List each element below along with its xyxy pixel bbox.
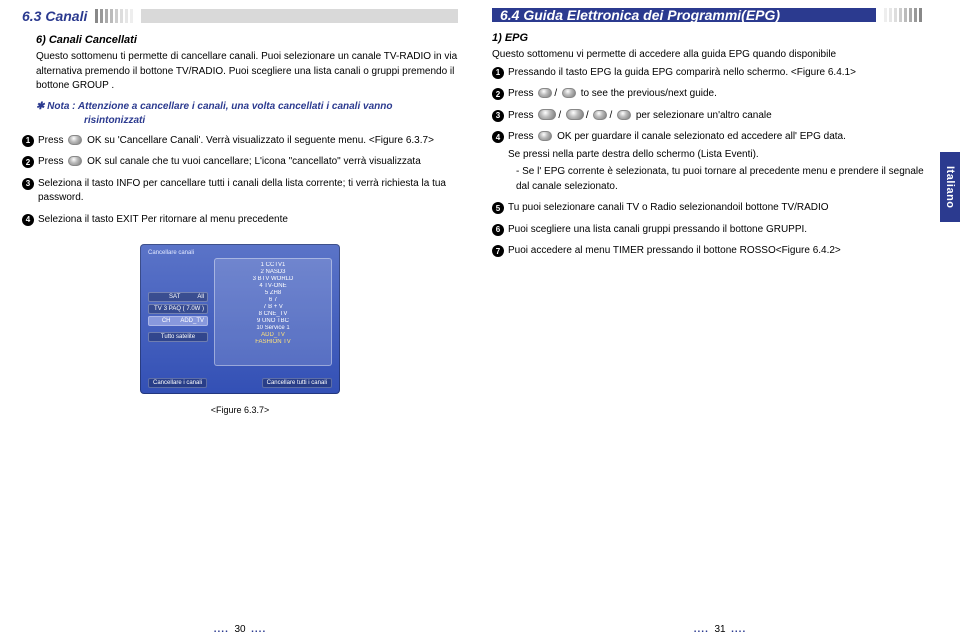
page-number: 30 xyxy=(234,624,245,635)
remote-right-icon xyxy=(617,110,631,120)
note-line1: ✱ Nota : Attenzione a cancellare i canal… xyxy=(36,100,458,114)
step-1: 1 Press OK su 'Cancellare Canali'. Verrà… xyxy=(22,134,458,152)
subsection-heading: 6) Canali Cancellati xyxy=(22,34,458,46)
divider-stripes xyxy=(884,8,922,22)
step-number-icon: 1 xyxy=(22,135,34,147)
ui-title: Cancellare canali xyxy=(148,250,194,256)
step-4-text-c: Se pressi nella parte destra dello scher… xyxy=(508,148,930,163)
step-3: 3 Press / / / per selezionare un'altro c… xyxy=(492,109,930,127)
step-number-icon: 1 xyxy=(492,67,504,79)
step-3-text-b: per selezionare un'altro canale xyxy=(636,110,772,121)
figure-caption: <Figure 6.3.7> xyxy=(22,405,458,415)
remote-left-icon xyxy=(538,88,552,98)
step-3: 3 Seleziona il tasto INFO per cancellare… xyxy=(22,177,458,209)
step-4-text-a: Press xyxy=(508,131,534,142)
step-5-text: Tu puoi selezionare canali TV o Radio se… xyxy=(508,201,829,216)
step-4-text-d: - Se l' EPG corrente è selezionata, tu p… xyxy=(508,165,930,194)
step-number-icon: 4 xyxy=(492,131,504,143)
step-number-icon: 2 xyxy=(492,88,504,100)
step-number-icon: 2 xyxy=(22,156,34,168)
section-header-right: 6.4 Guida Elettronica dei Programmi(EPG) xyxy=(492,8,930,22)
step-1-text-b: OK su 'Cancellare Canali'. Verrà visuali… xyxy=(87,135,434,146)
step-2-text-b: OK sul canale che tu vuoi cancellare; L'… xyxy=(87,156,421,167)
step-1-text-a: Press xyxy=(38,135,64,146)
remote-right-icon xyxy=(562,88,576,98)
step-number-icon: 7 xyxy=(492,245,504,257)
step-number-icon: 6 xyxy=(492,224,504,236)
section-bar-blue: 6.4 Guida Elettronica dei Programmi(EPG) xyxy=(492,8,876,22)
ui-channel-list: 1 CCTV12 NASD3 3 BTV WORLD4 TV-ONE 5 ZH8… xyxy=(214,258,332,366)
divider-stripes xyxy=(95,9,133,23)
intro-paragraph: Questo sottomenu vi permette di accedere… xyxy=(492,48,930,63)
page-footer-right: .... 31 .... xyxy=(480,624,960,635)
step-2-text-b: to see the previous/next guide. xyxy=(581,88,717,99)
step-4: 4 Press OK per guardare il canale selezi… xyxy=(492,130,930,197)
step-7-text: Puoi accedere al menu TIMER pressando il… xyxy=(508,244,841,259)
step-5: 5 Tu puoi selezionare canali TV o Radio … xyxy=(492,201,930,219)
section-bar xyxy=(141,9,458,23)
figure-block: Cancellare canali SAT All TV 3 PAQ ( 7.0… xyxy=(22,244,458,415)
step-1-text: Pressando il tasto EPG la guida EPG comp… xyxy=(508,66,856,81)
remote-ok-icon xyxy=(68,135,82,145)
note-line2: risintonizzati xyxy=(36,114,458,128)
intro-paragraph: Questo sottomenu ti permette di cancella… xyxy=(22,50,458,94)
language-tab: Italiano xyxy=(940,152,960,222)
ui-bottom-bar: Cancellare i canali Cancellare tutti i c… xyxy=(148,378,332,388)
remote-left-icon xyxy=(593,110,607,120)
subsection-heading: 1) EPG xyxy=(492,32,930,44)
section-header-left: 6.3 Canali xyxy=(22,8,458,24)
step-4: 4 Seleziona il tasto EXIT Per ritornare … xyxy=(22,213,458,231)
step-3-text-a: Press xyxy=(508,110,534,121)
step-number-icon: 3 xyxy=(22,178,34,190)
remote-ok-icon xyxy=(538,131,552,141)
step-7: 7 Puoi accedere al menu TIMER pressando … xyxy=(492,244,930,262)
step-number-icon: 3 xyxy=(492,110,504,122)
step-2: 2 Press OK sul canale che tu vuoi cancel… xyxy=(22,155,458,173)
ui-side-labels: SAT All TV 3 PAQ ( 7.0W ) CH ADD_TV Tutt… xyxy=(148,292,208,344)
page-number: 31 xyxy=(714,624,725,635)
figure-screenshot: Cancellare canali SAT All TV 3 PAQ ( 7.0… xyxy=(140,244,340,394)
step-4-text-b: OK per guardare il canale selezionato ed… xyxy=(557,131,846,142)
step-2-text-a: Press xyxy=(508,88,534,99)
step-1: 1 Pressando il tasto EPG la guida EPG co… xyxy=(492,66,930,84)
step-2-text-a: Press xyxy=(38,156,64,167)
step-6-text: Puoi scegliere una lista canali gruppi p… xyxy=(508,223,807,238)
remote-ok-icon xyxy=(68,156,82,166)
step-number-icon: 5 xyxy=(492,202,504,214)
section-title: 6.4 Guida Elettronica dei Programmi(EPG) xyxy=(500,7,780,23)
step-3-text: Seleziona il tasto INFO per cancellare t… xyxy=(38,177,458,206)
note-block: ✱ Nota : Attenzione a cancellare i canal… xyxy=(36,100,458,128)
step-number-icon: 4 xyxy=(22,214,34,226)
page-footer-left: .... 30 .... xyxy=(0,624,480,635)
section-number: 6.3 Canali xyxy=(22,8,87,24)
remote-up-icon xyxy=(538,109,556,120)
step-4-text: Seleziona il tasto EXIT Per ritornare al… xyxy=(38,213,288,228)
step-6: 6 Puoi scegliere una lista canali gruppi… xyxy=(492,223,930,241)
step-2: 2 Press / to see the previous/next guide… xyxy=(492,87,930,105)
remote-down-icon xyxy=(566,109,584,120)
